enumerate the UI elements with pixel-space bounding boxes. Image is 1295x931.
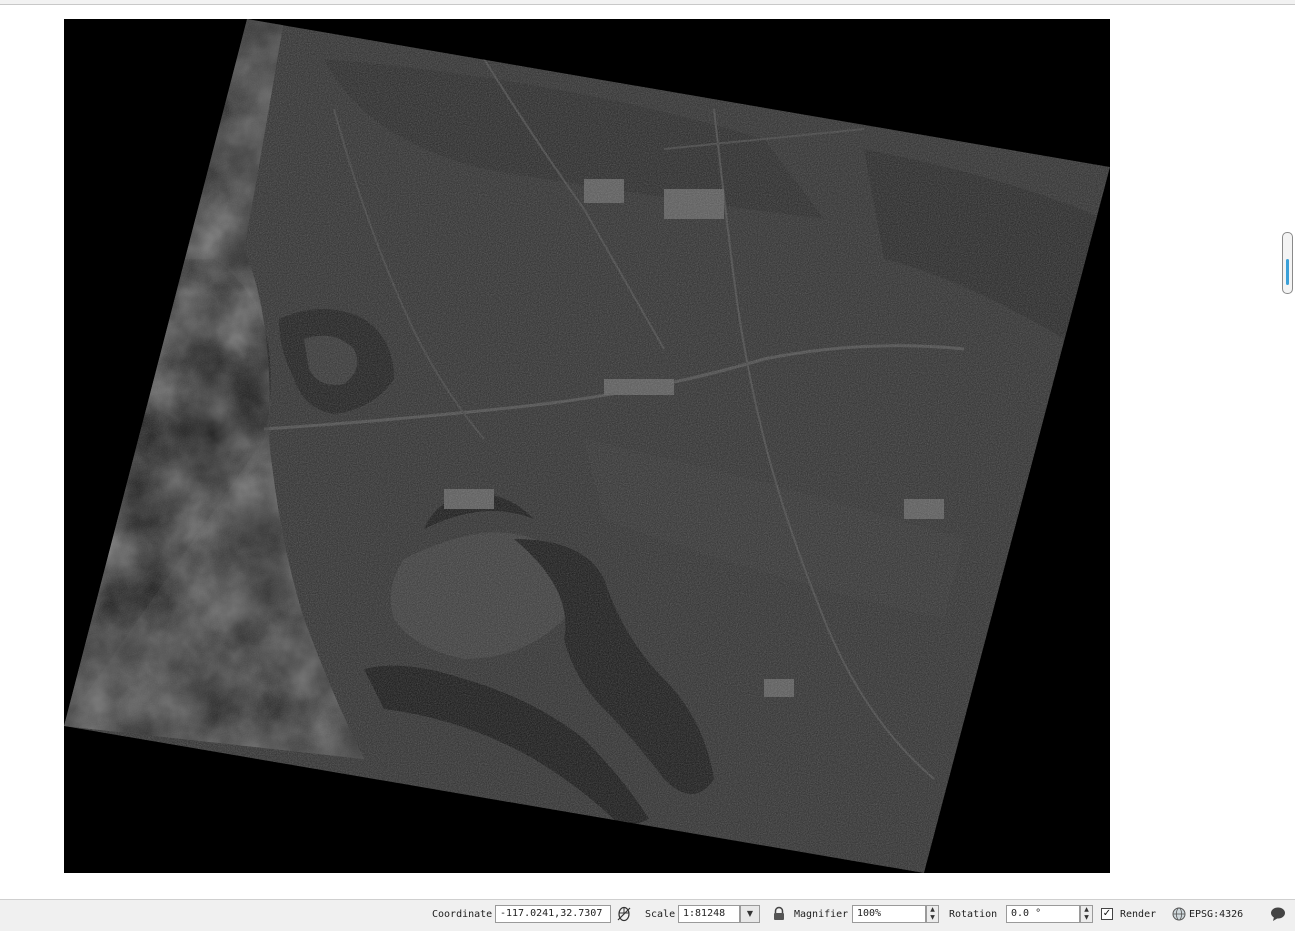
speech-bubble-icon[interactable] bbox=[1270, 906, 1286, 922]
status-bar: Coordinate -117.0241,32.7307 Scale 1:812… bbox=[0, 899, 1295, 931]
scale-dropdown-button[interactable]: ▼ bbox=[740, 905, 760, 923]
coordinate-field[interactable]: -117.0241,32.7307 bbox=[495, 905, 611, 923]
scale-field[interactable]: 1:81248 bbox=[678, 905, 740, 923]
globe-icon[interactable] bbox=[1171, 906, 1187, 922]
magnifier-spinner[interactable]: ▲ ▼ bbox=[926, 905, 939, 923]
crs-button[interactable]: EPSG:4326 bbox=[1189, 909, 1243, 920]
map-canvas[interactable] bbox=[0, 5, 1295, 899]
satellite-raster bbox=[64, 19, 1110, 873]
vertical-scroll-handle[interactable] bbox=[1282, 232, 1293, 294]
rotation-spinner[interactable]: ▲ ▼ bbox=[1080, 905, 1093, 923]
qgis-window: Coordinate -117.0241,32.7307 Scale 1:812… bbox=[0, 0, 1295, 931]
coordinate-label: Coordinate bbox=[432, 909, 493, 920]
raster-extent bbox=[64, 19, 1110, 873]
mouse-icon[interactable] bbox=[616, 906, 632, 922]
scale-label: Scale bbox=[645, 909, 676, 920]
render-checkbox[interactable]: ✓ bbox=[1101, 908, 1113, 920]
rotation-field[interactable]: 0.0 ° bbox=[1006, 905, 1080, 923]
render-label: Render bbox=[1120, 909, 1157, 920]
chevron-down-icon: ▼ bbox=[746, 909, 754, 918]
lock-icon[interactable] bbox=[771, 906, 787, 922]
magnifier-label: Magnifier bbox=[794, 909, 849, 920]
rotation-label: Rotation bbox=[949, 909, 998, 920]
magnifier-field[interactable]: 100% bbox=[852, 905, 926, 923]
